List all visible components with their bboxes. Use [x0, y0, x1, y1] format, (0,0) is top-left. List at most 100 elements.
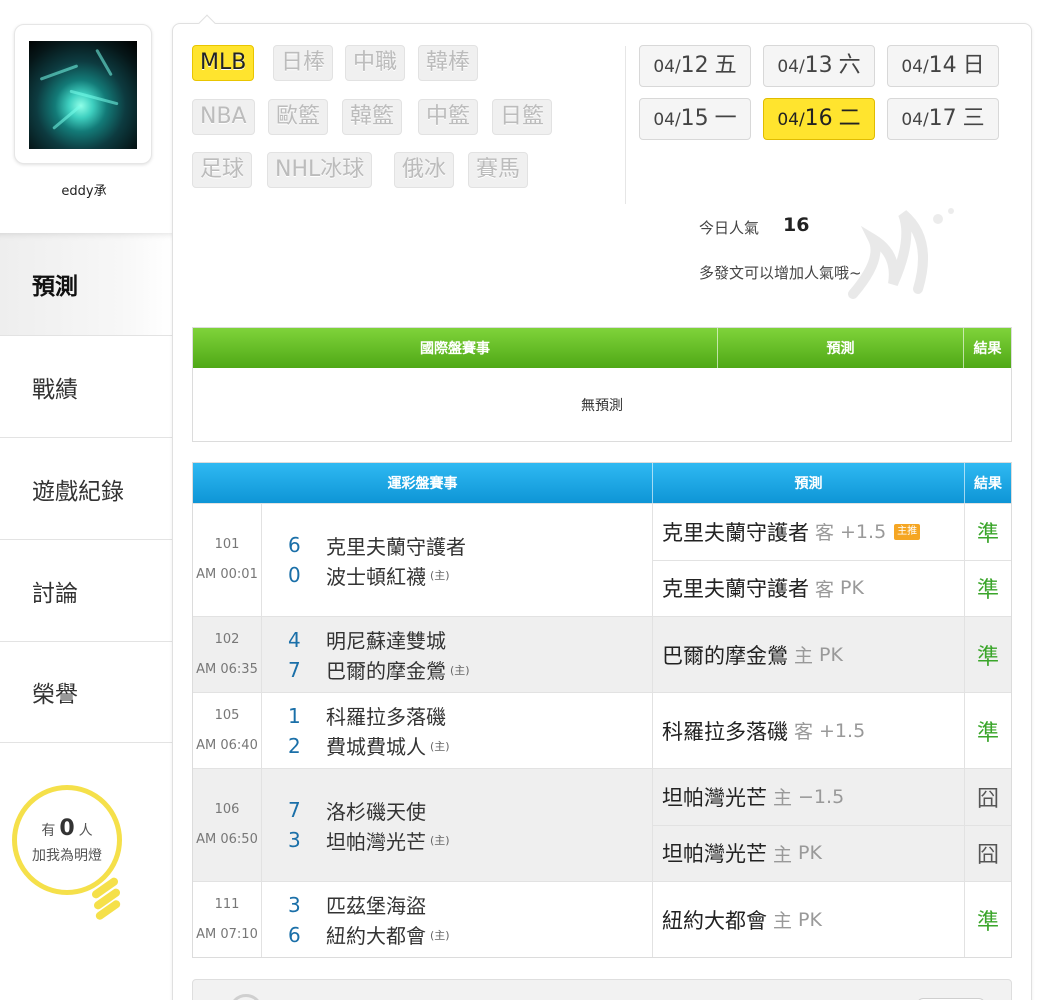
game-predictions: 坦帕灣光芒主 −1.5 囧 坦帕灣光芒主 PK 囧	[653, 769, 1011, 881]
table-row: 105 AM 06:40 1 科羅拉多落磯 2 費城費城人 (主) 科羅拉多落磯客 +1…	[193, 692, 1011, 768]
table-row: 101 AM 00:01 6 克里夫蘭守護者 0 波士頓紅襪 (主) 克里夫蘭守護者客…	[193, 503, 1011, 616]
sidebar: eddy承 預測 戰績 遊戲紀錄 討論 榮譽 有0人 加我為明燈	[0, 0, 172, 1000]
team-score: 7	[288, 798, 301, 822]
prediction-result: 準	[976, 720, 999, 746]
team-name[interactable]: 坦帕灣光芒	[326, 826, 426, 855]
popularity-count: 16	[783, 214, 810, 236]
team-score: 1	[288, 703, 301, 728]
sidebar-item-game-log[interactable]: 遊戲紀錄	[0, 437, 172, 539]
sport-tab-horse-racing[interactable]: 賽馬	[468, 152, 529, 188]
sidebar-item-record[interactable]: 戰績	[0, 335, 172, 437]
home-marker: (主)	[430, 739, 450, 753]
sport-tab-cpbl[interactable]: 中職	[345, 45, 406, 81]
sport-tab-kbl[interactable]: 韓籃	[342, 99, 403, 135]
bulb-base-icon	[86, 876, 126, 924]
game-predictions: 科羅拉多落磯客 +1.5 準	[653, 693, 1011, 768]
prediction-team: 科羅拉多落磯	[662, 719, 788, 744]
sport-tab-jp-basketball[interactable]: 日籃	[492, 99, 553, 135]
table-row: 102 AM 06:35 4 明尼蘇達雙城 7 巴爾的摩金鶯 (主) 巴爾的摩金鶯主 P…	[193, 616, 1011, 692]
sidebar-item-honors[interactable]: 榮譽	[0, 641, 172, 743]
game-meta: 111 AM 07:10	[193, 882, 262, 957]
international-table-header: 國際盤賽事 預測 結果	[193, 328, 1011, 368]
prediction-row: 坦帕灣光芒主 −1.5 囧	[653, 769, 1011, 825]
sidebar-item-label: 預測	[32, 274, 78, 300]
follower-count: 0	[59, 816, 75, 841]
team-name[interactable]: 科羅拉多落磯	[326, 701, 446, 730]
filter-divider	[625, 46, 626, 204]
sport-tab-npb[interactable]: 日棒	[273, 45, 334, 81]
prediction-side: 客	[794, 721, 814, 743]
team-name[interactable]: 波士頓紅襪	[326, 561, 426, 590]
team-score: 0	[288, 563, 301, 587]
team-name[interactable]: 洛杉磯天使	[326, 796, 426, 825]
home-marker: (主)	[430, 928, 450, 942]
column-header-result: 結果	[973, 341, 1002, 357]
table-row: 111 AM 07:10 3 匹茲堡海盜 6 紐約大都會 (主) 紐約大都會主 PK 準	[193, 881, 1011, 957]
avatar[interactable]	[29, 41, 137, 149]
avatar-card[interactable]	[14, 24, 152, 164]
date-button-0414[interactable]: 04/14 日	[887, 45, 999, 87]
sport-tab-soccer[interactable]: 足球	[192, 152, 253, 188]
date-button-0412[interactable]: 04/12 五	[639, 45, 751, 87]
date-button-0417[interactable]: 04/17 三	[887, 98, 999, 140]
sidebar-item-label: 戰績	[32, 376, 78, 403]
game-number: 106	[214, 802, 240, 817]
sport-tab-nba[interactable]: NBA	[192, 99, 255, 135]
home-marker: (主)	[430, 834, 450, 847]
sport-tab-euro-basketball[interactable]: 歐籃	[268, 99, 329, 135]
prediction-row: 坦帕灣光芒主 PK 囧	[653, 824, 1011, 881]
date-button-0413[interactable]: 04/13 六	[763, 45, 875, 87]
sport-tab-khl[interactable]: 俄冰	[394, 152, 455, 188]
prediction-side: 客	[815, 522, 835, 545]
prediction-team: 克里夫蘭守護者	[662, 577, 809, 602]
game-teams: 3 匹茲堡海盜 6 紐約大都會 (主)	[262, 882, 653, 957]
team-name[interactable]: 紐約大都會	[326, 920, 426, 949]
column-header-prediction: 預測	[718, 328, 964, 368]
team-score: 3	[288, 828, 301, 852]
team-name[interactable]: 巴爾的摩金鶯	[326, 655, 446, 684]
prediction-result: 囧	[976, 843, 999, 869]
sport-tab-kbo[interactable]: 韓棒	[418, 45, 479, 81]
team-name[interactable]: 克里夫蘭守護者	[326, 531, 466, 560]
game-time: AM 06:40	[196, 737, 258, 753]
prediction-side: 主	[773, 910, 793, 932]
prediction-line: +1.5	[840, 520, 887, 543]
prediction-line: −1.5	[798, 785, 845, 808]
prediction-line: +1.5	[819, 719, 866, 742]
game-meta: 106 AM 06:50	[193, 769, 262, 881]
sport-tab-mlb[interactable]: MLB	[192, 45, 255, 81]
game-meta: 105 AM 06:40	[193, 693, 262, 768]
prediction-side: 客	[815, 578, 835, 601]
column-header-result: 結果	[974, 476, 1002, 492]
team-score: 3	[288, 892, 301, 917]
prediction-line: PK	[798, 842, 822, 865]
team-name[interactable]: 匹茲堡海盜	[326, 890, 426, 919]
game-time: AM 00:01	[196, 567, 258, 582]
decoration-icon	[848, 208, 954, 299]
sport-tab-nhl[interactable]: NHL冰球	[267, 152, 373, 188]
prediction-row: 克里夫蘭守護者客 PK 準	[653, 559, 1011, 616]
prediction-row: 科羅拉多落磯客 +1.5 準	[653, 693, 1011, 768]
sports-lottery-table-header: 運彩盤賽事 預測 結果	[193, 463, 1011, 503]
panel-caret	[198, 14, 216, 32]
username[interactable]: eddy承	[0, 180, 168, 199]
prediction-result: 準	[976, 644, 999, 670]
home-marker: (主)	[450, 663, 470, 677]
date-button-0415[interactable]: 04/15 一	[639, 98, 751, 140]
game-teams: 6 克里夫蘭守護者 0 波士頓紅襪 (主)	[262, 504, 653, 616]
prediction-team: 紐約大都會	[662, 908, 767, 933]
empty-message: 無預測	[581, 397, 623, 414]
discussion-bar[interactable]	[192, 979, 1012, 1000]
international-table: 國際盤賽事 預測 結果 無預測	[192, 327, 1012, 442]
team-score: 2	[288, 733, 301, 758]
sports-lottery-table: 運彩盤賽事 預測 結果 101 AM 00:01 6 克里夫蘭守護者 0 波士頓紅襪…	[192, 462, 1012, 958]
date-button-0416[interactable]: 04/16 二	[763, 98, 875, 140]
prediction-side: 主	[773, 843, 793, 866]
sidebar-item-predictions[interactable]: 預測	[0, 233, 172, 335]
prediction-row: 克里夫蘭守護者客 +1.5 主推 準	[653, 504, 1011, 560]
team-name[interactable]: 明尼蘇達雙城	[326, 625, 446, 654]
sport-tab-cba[interactable]: 中籃	[418, 99, 479, 135]
game-number: 102	[214, 631, 240, 647]
sidebar-item-discussion[interactable]: 討論	[0, 539, 172, 641]
team-name[interactable]: 費城費城人	[326, 731, 426, 760]
